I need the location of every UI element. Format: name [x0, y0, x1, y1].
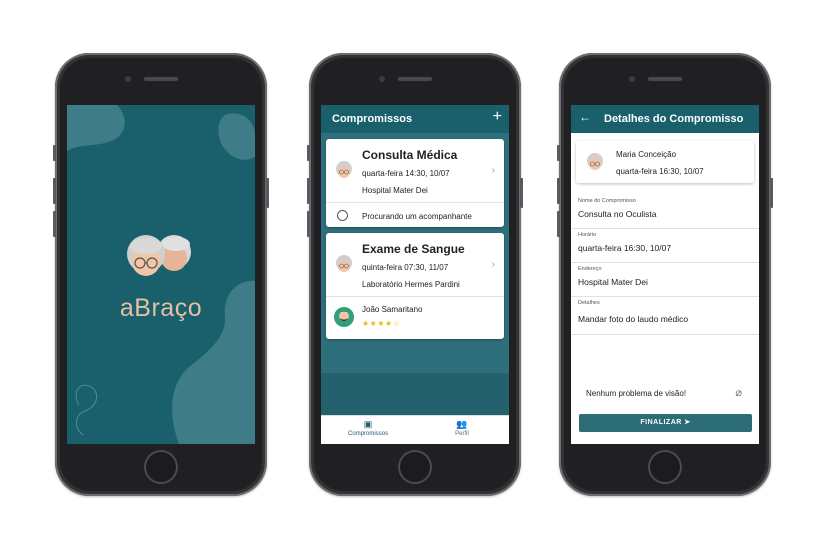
- nav-perfil[interactable]: 👥 Perfil: [415, 419, 509, 437]
- appointment-place: Hospital Mater Dei: [362, 186, 428, 195]
- note-input[interactable]: Nenhum problema de visão! ⌀: [571, 385, 759, 403]
- appointment-card[interactable]: Consulta Médica quarta-feira 14:30, 10/0…: [326, 139, 504, 227]
- app-bar: Compromissos +: [321, 105, 509, 133]
- elderly-avatar-icon: [336, 161, 352, 178]
- appointments-list: Consulta Médica quarta-feira 14:30, 10/0…: [321, 133, 509, 416]
- user-time: quarta-feira 16:30, 10/07: [616, 167, 704, 176]
- field-label: Endereço: [578, 266, 602, 272]
- list-screen: Compromissos + Consulta Médica quarta-fe…: [321, 105, 509, 444]
- field-label: Detalhes: [578, 300, 600, 306]
- field-label: Nome do Compromisso: [578, 198, 636, 204]
- home-button[interactable]: [648, 450, 682, 484]
- speaker: [648, 77, 682, 81]
- appointment-place: Laboratório Hermes Pardini: [362, 280, 460, 289]
- companion-name: João Samaritano: [362, 305, 423, 314]
- appointment-datetime: quinta-feira 07:30, 11/07: [362, 263, 449, 272]
- field-label: Horário: [578, 232, 597, 238]
- search-companion-icon: [337, 210, 348, 221]
- field-value: Consulta no Oculista: [578, 209, 657, 219]
- camera: [629, 76, 635, 82]
- calendar-icon: ▣: [363, 419, 373, 429]
- home-button[interactable]: [398, 450, 432, 484]
- field-detalhes: Detalhes Mandar foto do laudo médico: [571, 300, 759, 335]
- details-screen: ← Detalhes do Compromisso Maria Conceiçã…: [571, 105, 759, 444]
- user-card: Maria Conceição quarta-feira 16:30, 10/0…: [576, 141, 754, 183]
- appointment-datetime: quarta-feira 14:30, 10/07: [362, 169, 450, 178]
- chevron-right-icon: ›: [491, 165, 495, 176]
- chevron-right-icon: ›: [491, 259, 495, 270]
- elderly-couple-logo-icon: [127, 235, 191, 276]
- elderly-avatar-icon: [587, 153, 603, 170]
- field-nome: Nome do Compromisso Consulta no Oculista: [571, 198, 759, 229]
- field-value: Hospital Mater Dei: [578, 277, 648, 287]
- rating-stars: ★★★★☆: [362, 319, 401, 328]
- field-endereco: Endereço Hospital Mater Dei: [571, 266, 759, 297]
- page-title: Detalhes do Compromisso: [604, 113, 744, 125]
- user-name: Maria Conceição: [616, 150, 677, 159]
- volunteer-avatar-icon: [334, 307, 354, 327]
- finalize-button[interactable]: FINALIZAR ➤: [579, 414, 752, 432]
- people-icon: 👥: [456, 419, 468, 429]
- note-text: Nenhum problema de visão!: [586, 389, 687, 398]
- splash-screen: aBraço: [67, 105, 255, 444]
- field-value: quarta-feira 16:30, 10/07: [578, 243, 672, 253]
- add-button[interactable]: +: [493, 108, 502, 126]
- appointment-title: Consulta Médica: [362, 148, 458, 162]
- companion-status: Procurando um acompanhante: [362, 212, 472, 221]
- appointment-card[interactable]: Exame de Sangue quinta-feira 07:30, 11/0…: [326, 233, 504, 339]
- phone-splash: aBraço: [53, 53, 269, 496]
- home-button[interactable]: [144, 450, 178, 484]
- back-arrow-icon[interactable]: ←: [579, 110, 591, 124]
- field-value: Mandar foto do laudo médico: [578, 314, 689, 324]
- page-title: Compromissos: [332, 113, 413, 125]
- nav-compromissos[interactable]: ▣ Compromissos: [321, 419, 415, 437]
- elderly-avatar-icon: [336, 255, 352, 272]
- camera: [125, 76, 131, 82]
- app-logo-text: aBraço: [119, 294, 203, 322]
- appointment-title: Exame de Sangue: [362, 242, 465, 256]
- field-horario: Horário quarta-feira 16:30, 10/07: [571, 232, 759, 263]
- phone-details: ← Detalhes do Compromisso Maria Conceiçã…: [557, 53, 773, 496]
- paperclip-icon[interactable]: ⌀: [735, 386, 742, 399]
- phone-list: Compromissos + Consulta Médica quarta-fe…: [307, 53, 523, 496]
- speaker: [398, 77, 432, 81]
- bottom-navigation: ▣ Compromissos 👥 Perfil: [321, 415, 509, 444]
- camera: [379, 76, 385, 82]
- speaker: [144, 77, 178, 81]
- app-bar: ← Detalhes do Compromisso: [571, 105, 759, 133]
